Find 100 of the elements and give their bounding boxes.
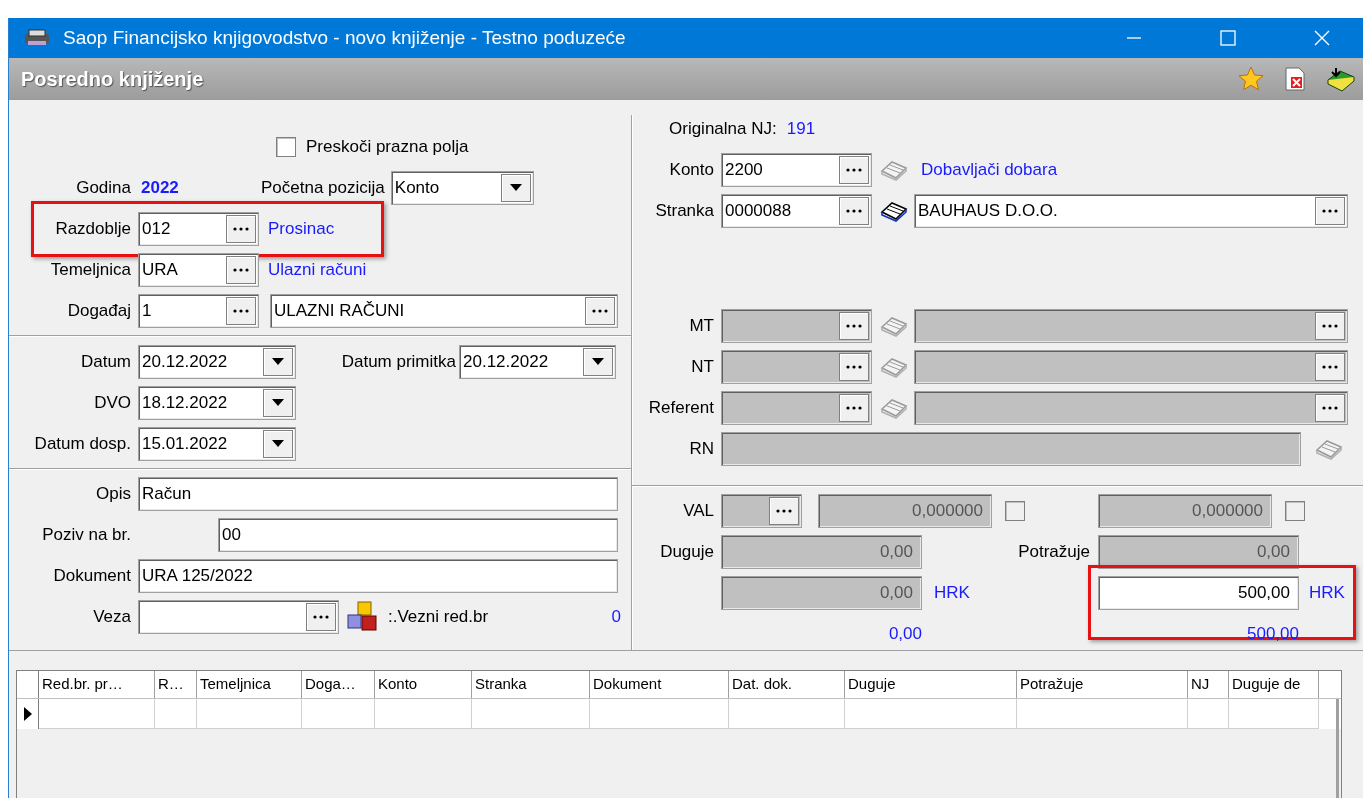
column-header[interactable]: Doga… <box>302 671 375 698</box>
field-label: Dokument <box>52 565 131 586</box>
field-label: Datum <box>79 351 131 372</box>
field-label: Početna pozicija <box>261 177 385 198</box>
text-field[interactable]: Račun <box>138 476 618 511</box>
date-field[interactable]: 20.12.2022 <box>138 344 296 379</box>
field-label: Originalna NJ: <box>669 118 777 139</box>
ellipsis-icon <box>846 323 862 328</box>
star-icon[interactable] <box>1238 66 1264 92</box>
field-label: NT <box>690 356 714 377</box>
dropdown-field[interactable]: Konto <box>390 170 534 205</box>
ellipsis-icon <box>233 308 249 313</box>
field-label: Stranka <box>654 200 714 221</box>
field-label: Duguje <box>659 541 714 562</box>
dropdown-button[interactable] <box>500 173 531 202</box>
document-close-icon[interactable] <box>1284 67 1306 91</box>
book-icon <box>880 355 908 378</box>
ellipsis-icon <box>776 508 792 513</box>
field-label: MT <box>688 315 714 336</box>
currency-label: HRK <box>934 582 970 603</box>
text-field[interactable]: 1 <box>138 293 259 328</box>
column-header[interactable]: Temeljnica <box>197 671 302 698</box>
column-header[interactable]: Konto <box>375 671 472 698</box>
form-title: Posredno knjiženje <box>21 67 204 91</box>
caret-icon <box>592 358 604 365</box>
year-value: 2022 <box>141 177 180 198</box>
text-field[interactable]: 2200 <box>721 152 872 187</box>
field-label: DVO <box>93 392 131 413</box>
ellipsis-icon <box>1322 364 1338 369</box>
browse-button[interactable] <box>226 214 256 243</box>
date-field[interactable]: 18.12.2022 <box>138 385 296 420</box>
ellipsis-icon <box>1322 208 1338 213</box>
field-label: Konto <box>668 159 714 180</box>
close-icon[interactable] <box>1314 30 1330 46</box>
printer-icon <box>23 29 51 47</box>
ellipsis-icon <box>846 208 862 213</box>
column-header[interactable]: R… <box>155 671 197 698</box>
column-header[interactable]: Stranka <box>472 671 590 698</box>
column-header[interactable]: Potražuje <box>1017 671 1188 698</box>
table-cell <box>1188 699 1229 729</box>
link-row-value: 0 <box>611 606 621 627</box>
date-field[interactable]: 20.12.2022 <box>459 344 616 379</box>
description-text: Dobavljači dobara <box>921 159 1058 180</box>
ellipsis-icon <box>846 364 862 369</box>
text-field[interactable] <box>138 599 339 634</box>
column-header[interactable]: Duguje de <box>1229 671 1319 698</box>
browse-button[interactable] <box>839 196 869 225</box>
dropdown-button[interactable] <box>583 347 613 376</box>
ellipsis-icon <box>1322 323 1338 328</box>
browse-button[interactable] <box>585 296 615 325</box>
browse-button[interactable] <box>306 602 336 631</box>
column-header[interactable]: Red.br. pr… <box>39 671 155 698</box>
column-header[interactable]: Dokument <box>590 671 729 698</box>
date-field[interactable]: 15.01.2022 <box>138 426 296 461</box>
checkbox-label: Preskoči prazna polja <box>306 136 469 157</box>
column-header[interactable]: Dat. dok. <box>729 671 845 698</box>
browse-button[interactable] <box>839 155 869 184</box>
field-label: Razdoblje <box>54 218 131 239</box>
description-text: Prosinac <box>268 218 335 239</box>
text-field[interactable]: URA <box>138 252 259 287</box>
currency-label: HRK <box>1309 582 1345 603</box>
text-field[interactable]: ULAZNI RAČUNI <box>270 293 618 328</box>
window-title: Saop Financijsko knjigovodstvo - novo knjiženje - Testno poduzeće <box>63 27 626 49</box>
ellipsis-icon <box>592 308 608 313</box>
field-label: Potražuje <box>1018 541 1090 562</box>
field-label: Datum primitka <box>340 351 456 372</box>
field-label: Referent <box>647 397 714 418</box>
dropdown-button[interactable] <box>263 347 293 376</box>
browse-button[interactable] <box>1315 196 1345 225</box>
caret-icon <box>509 184 522 191</box>
text-field[interactable]: 012 <box>138 211 259 246</box>
text-field[interactable]: 00 <box>218 517 618 552</box>
dropdown-button[interactable] <box>263 429 293 458</box>
browse-button[interactable] <box>226 296 256 325</box>
caret-icon <box>272 399 284 406</box>
table-cell <box>155 699 197 729</box>
book-exit-icon[interactable] <box>1326 66 1356 92</box>
field-label: VAL <box>682 500 714 521</box>
book-icon <box>880 314 908 337</box>
amount-field[interactable]: 500,00 <box>1098 575 1299 610</box>
field-label: Opis <box>95 483 131 504</box>
nj-value: 191 <box>786 118 816 139</box>
ellipsis-icon <box>233 226 249 231</box>
column-header[interactable]: Duguje <box>845 671 1017 698</box>
field-label: Godina <box>75 177 131 198</box>
text-field[interactable]: URA 125/2022 <box>138 558 618 593</box>
maximize-icon[interactable] <box>1220 30 1236 46</box>
dropdown-button[interactable] <box>263 388 293 417</box>
ellipsis-icon <box>1322 405 1338 410</box>
cubes-icon <box>346 600 380 633</box>
text-field[interactable]: 0000088 <box>721 193 872 228</box>
book-icon <box>880 396 908 419</box>
caret-icon <box>272 358 284 365</box>
field-label: Događaj <box>66 300 131 321</box>
text-field[interactable]: BAUHAUS D.O.O. <box>914 193 1348 228</box>
browse-button[interactable] <box>226 255 256 284</box>
column-header[interactable]: NJ <box>1188 671 1229 698</box>
field-label: Temeljnica <box>49 259 131 280</box>
checkbox[interactable] <box>276 136 296 157</box>
ellipsis-icon <box>233 267 249 272</box>
